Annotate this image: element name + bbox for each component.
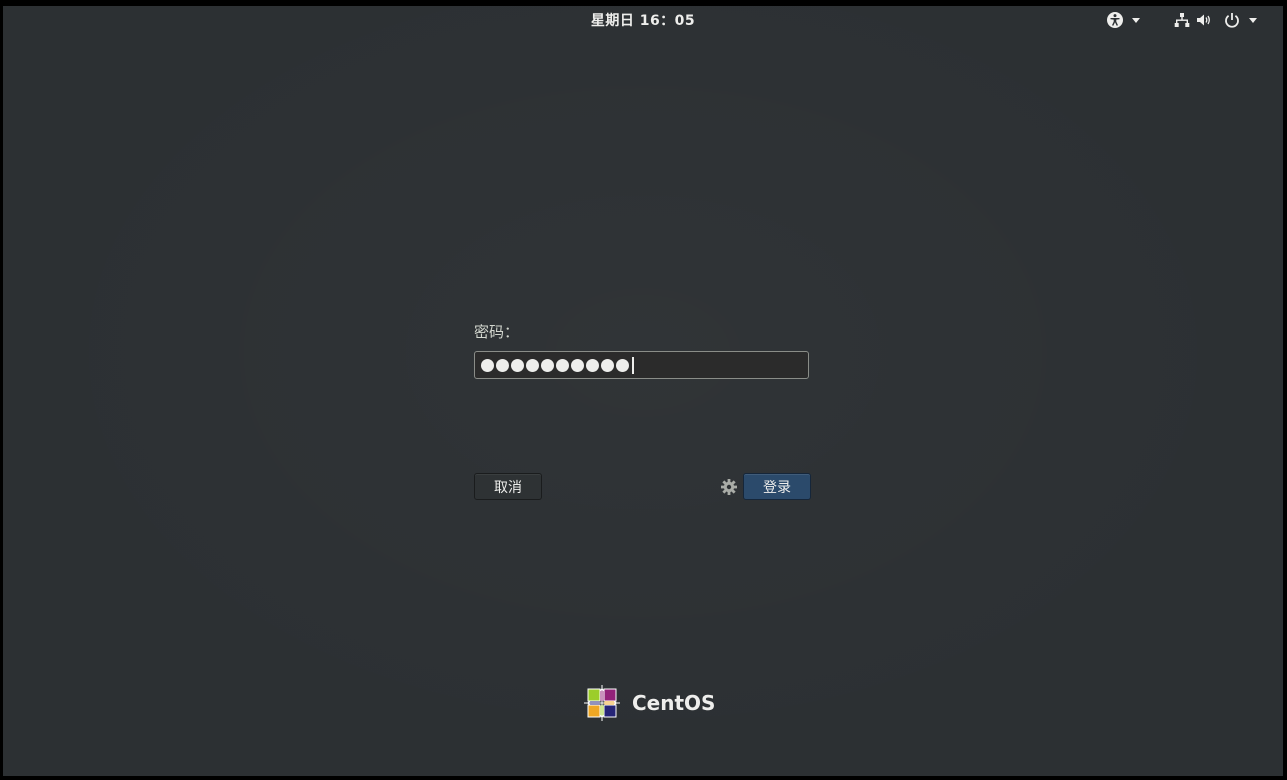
password-dot [556,358,569,372]
chevron-down-icon [1249,17,1257,23]
login-button[interactable]: 登录 [743,473,811,500]
network-wired-icon [1173,11,1191,29]
gear-icon[interactable] [720,478,738,496]
cancel-button[interactable]: 取消 [474,473,542,500]
accessibility-icon [1106,11,1124,29]
power-icon [1223,11,1241,29]
password-dot [586,358,599,372]
login-screen: 星期日 16：05 密码： 取消 登录 CentOS [3,6,1283,776]
text-cursor [632,356,634,374]
password-dot [571,358,584,372]
accessibility-menu[interactable] [1106,10,1146,30]
volume-icon [1195,11,1213,29]
password-dot [541,358,554,372]
password-mask [481,358,631,372]
top-bar: 星期日 16：05 [3,6,1283,34]
password-dot [511,358,524,372]
centos-logo-icon [584,685,620,721]
password-dot [526,358,539,372]
clock[interactable]: 星期日 16：05 [3,10,1283,30]
system-menu[interactable] [1173,10,1263,30]
password-input[interactable] [474,351,809,379]
password-label: 密码： [474,323,520,341]
password-dot [601,358,614,372]
chevron-down-icon [1132,17,1140,23]
password-dot [481,358,494,372]
brand-name: CentOS [632,691,716,715]
password-dot [616,358,629,372]
password-dot [496,358,509,372]
centos-logo: CentOS [580,681,715,725]
screen-frame: 星期日 16：05 密码： 取消 登录 CentOS [0,0,1287,780]
